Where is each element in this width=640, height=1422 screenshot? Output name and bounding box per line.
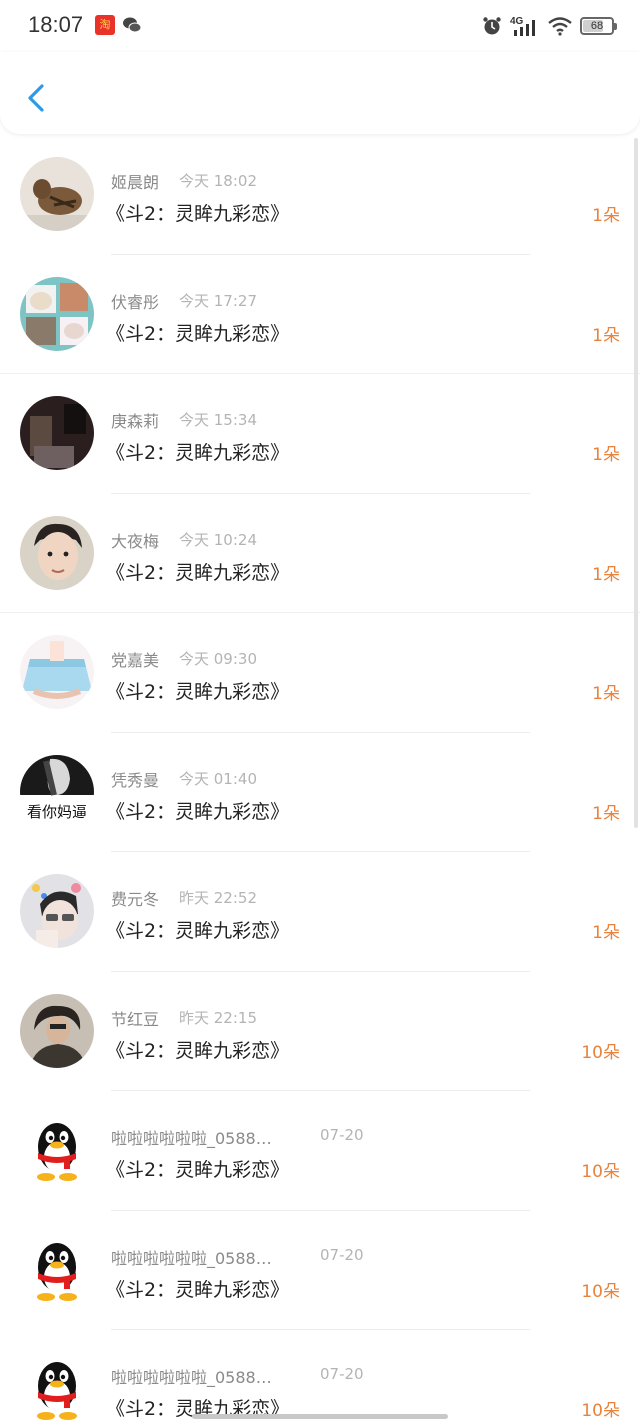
flower-count: 10朵 <box>581 1042 620 1063</box>
flower-count: 10朵 <box>581 1401 620 1421</box>
wechat-icon <box>123 17 142 33</box>
avatar[interactable] <box>20 1352 94 1422</box>
avatar[interactable] <box>20 157 94 231</box>
avatar[interactable] <box>20 515 94 590</box>
sender-name[interactable]: 凭秀曼 <box>111 767 159 791</box>
book-title[interactable]: 《斗2：灵眸九彩恋》 <box>106 1036 289 1063</box>
list-item[interactable]: 伏睿彤 今天 17:27 《斗2：灵眸九彩恋》 1朵 <box>0 255 640 374</box>
flower-count: 1朵 <box>592 923 620 943</box>
flower-count: 1朵 <box>592 684 620 704</box>
sender-name[interactable]: 啦啦啦啦啦啦_0588… <box>111 1245 272 1269</box>
avatar[interactable] <box>20 874 94 948</box>
battery-icon: 68 <box>580 17 617 35</box>
avatar[interactable] <box>20 276 94 351</box>
avatar[interactable] <box>20 993 94 1068</box>
battery-level: 68 <box>590 20 604 32</box>
network-label: 4G <box>510 16 524 27</box>
avatar[interactable] <box>20 1113 94 1187</box>
sender-name[interactable]: 大夜梅 <box>111 528 159 552</box>
flower-count: 1朵 <box>592 206 620 226</box>
timestamp: 昨天 22:52 <box>179 889 257 907</box>
status-bar: 18:07 淘 4G 68 <box>0 0 640 52</box>
chevron-left-icon[interactable] <box>18 78 54 118</box>
sender-name[interactable]: 姬晨朗 <box>111 169 159 193</box>
avatar[interactable] <box>20 1232 94 1307</box>
sender-name[interactable]: 啦啦啦啦啦啦_0588… <box>111 1364 272 1388</box>
book-title[interactable]: 《斗2：灵眸九彩恋》 <box>106 1155 289 1182</box>
book-title[interactable]: 《斗2：灵眸九彩恋》 <box>106 438 289 465</box>
flower-count: 1朵 <box>592 325 620 346</box>
sender-name[interactable]: 庚森莉 <box>111 408 159 432</box>
book-title[interactable]: 《斗2：灵眸九彩恋》 <box>106 916 289 943</box>
alarm-icon <box>483 17 501 35</box>
sender-name[interactable]: 党嘉美 <box>111 647 159 671</box>
book-title[interactable]: 《斗2：灵眸九彩恋》 <box>106 797 289 824</box>
list-item[interactable]: 费元冬 昨天 22:52 《斗2：灵眸九彩恋》 1朵 <box>0 852 640 972</box>
book-title[interactable]: 《斗2：灵眸九彩恋》 <box>106 677 289 704</box>
list-item[interactable]: 大夜梅 今天 10:24 《斗2：灵眸九彩恋》 1朵 <box>0 494 640 613</box>
status-icons: 4G 68 <box>482 14 617 38</box>
book-title[interactable]: 《斗2：灵眸九彩恋》 <box>106 199 289 226</box>
timestamp: 昨天 22:15 <box>179 1008 257 1027</box>
sender-name[interactable]: 费元冬 <box>111 886 159 910</box>
list-item[interactable]: 看你妈逼 凭秀曼 今天 01:40 《斗2：灵眸九彩恋》 1朵 <box>0 733 640 852</box>
flower-count: 1朵 <box>592 564 620 585</box>
book-title[interactable]: 《斗2：灵眸九彩恋》 <box>106 319 289 346</box>
flower-count: 10朵 <box>581 1162 620 1182</box>
status-time: 18:07 <box>28 12 84 37</box>
flower-count: 1朵 <box>592 803 620 824</box>
timestamp: 今天 18:02 <box>179 172 257 190</box>
timestamp: 今天 15:34 <box>179 411 257 429</box>
home-indicator[interactable] <box>192 1414 448 1419</box>
avatar-text: 看你妈逼 <box>27 803 87 821</box>
avatar[interactable]: 看你妈逼 <box>20 754 94 829</box>
avatar[interactable] <box>20 635 94 709</box>
avatar[interactable] <box>20 396 94 470</box>
signal-icon: 4G <box>510 16 535 36</box>
sender-name[interactable]: 啦啦啦啦啦啦_0588… <box>111 1125 272 1149</box>
list-item[interactable]: 啦啦啦啦啦啦_0588… 07-20 《斗2：灵眸九彩恋》 10朵 <box>0 1211 640 1330</box>
list-item[interactable]: 节红豆 昨天 22:15 《斗2：灵眸九彩恋》 10朵 <box>0 972 640 1091</box>
timestamp: 07-20 <box>320 1126 364 1144</box>
list-item[interactable]: 庚森莉 今天 15:34 《斗2：灵眸九彩恋》 1朵 <box>0 374 640 494</box>
gift-record-list: 姬晨朗 今天 18:02 《斗2：灵眸九彩恋》 1朵 伏睿彤 今天 17:27 《斗2：灵眸… <box>0 135 640 1422</box>
sender-name[interactable]: 伏睿彤 <box>111 289 159 313</box>
flower-count: 1朵 <box>592 445 620 465</box>
timestamp: 今天 01:40 <box>179 769 257 788</box>
timestamp: 今天 10:24 <box>179 530 257 549</box>
flower-count: 10朵 <box>581 1281 620 1302</box>
timestamp: 07-20 <box>320 1245 364 1264</box>
scrollbar[interactable] <box>634 138 638 828</box>
sender-name[interactable]: 节红豆 <box>111 1006 159 1030</box>
shopping-app-icon: 淘 <box>95 15 115 35</box>
nav-bar <box>0 52 640 134</box>
list-item[interactable]: 啦啦啦啦啦啦_0588… 07-20 《斗2：灵眸九彩恋》 10朵 <box>0 1330 640 1422</box>
timestamp: 07-20 <box>320 1365 364 1383</box>
list-item[interactable]: 姬晨朗 今天 18:02 《斗2：灵眸九彩恋》 1朵 <box>0 135 640 255</box>
wifi-icon <box>548 17 572 36</box>
list-item[interactable]: 党嘉美 今天 09:30 《斗2：灵眸九彩恋》 1朵 <box>0 613 640 733</box>
timestamp: 今天 17:27 <box>179 291 257 310</box>
book-title[interactable]: 《斗2：灵眸九彩恋》 <box>106 1275 289 1302</box>
timestamp: 今天 09:30 <box>179 650 257 668</box>
list-item[interactable]: 啦啦啦啦啦啦_0588… 07-20 《斗2：灵眸九彩恋》 10朵 <box>0 1091 640 1211</box>
book-title[interactable]: 《斗2：灵眸九彩恋》 <box>106 558 289 585</box>
